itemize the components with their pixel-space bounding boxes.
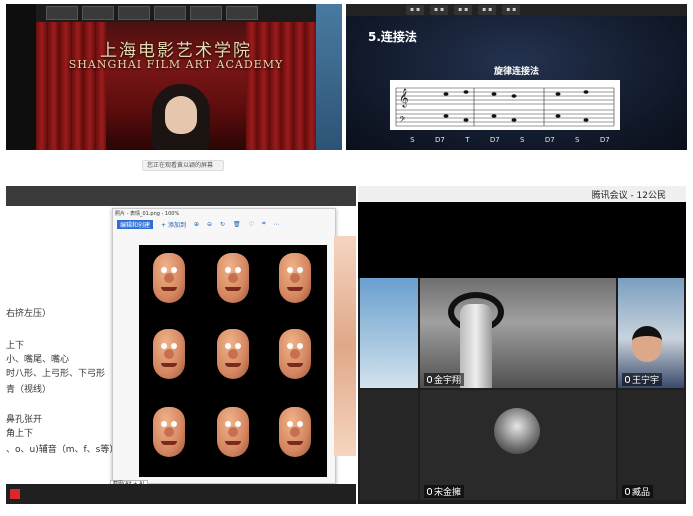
screen-share-notice: 您正在观看黄以颖的屏幕 <box>142 160 224 171</box>
tencent-meeting-gallery: 腾讯会议 - 12公民 金宇翔 王宁宇 宋金擁 臧品 <box>358 186 686 504</box>
degree-label: D7 <box>599 136 610 144</box>
participant-avatar <box>494 408 540 454</box>
favorite-icon[interactable]: ♡ <box>249 221 254 228</box>
character-reference-strip <box>334 236 356 456</box>
degree-label: T <box>465 136 470 144</box>
doc-text-line: 鼻孔张开 <box>6 415 43 425</box>
cartoon-head <box>211 327 255 389</box>
photo-viewer-window[interactable]: 照片 - 表情_01.png - 100% 编辑和创建 + 添加到 ⊕ ⊖ ↻ … <box>112 208 336 484</box>
cartoon-head <box>147 405 191 467</box>
participant-label: 臧品 <box>622 485 654 498</box>
video-tile[interactable]: 王宁宇 <box>618 278 684 388</box>
doc-text-line: 时八形、上弓形、下弓形 <box>6 369 106 379</box>
cartoon-head <box>273 251 317 313</box>
meeting-title: 腾讯会议 - 12公民 <box>591 191 666 201</box>
cartoon-head <box>147 251 191 313</box>
toolbar-item[interactable]: ▪ ▪ <box>430 5 449 15</box>
participant-thumbnail[interactable] <box>46 6 78 20</box>
degree-label: D7 <box>434 136 445 144</box>
expression-sheet-image <box>139 245 327 477</box>
video-tile[interactable] <box>360 278 418 388</box>
degree-label: S <box>520 136 525 144</box>
video-tile[interactable]: 臧品 <box>618 390 684 500</box>
degree-label: S <box>410 136 415 144</box>
virtual-background: 上海电影艺术学院 SHANGHAI FILM ART ACADEMY <box>36 22 316 150</box>
harmonic-degree-row: S D7 T D7 S D7 S D7 <box>390 136 620 144</box>
empty-video-area <box>358 202 686 278</box>
edit-button[interactable]: 编辑和创建 <box>117 219 154 229</box>
degree-label: S <box>575 136 580 144</box>
rotate-icon[interactable]: ↻ <box>220 221 225 228</box>
slide-subheading: 旋律连接法 <box>493 67 539 77</box>
participant-thumbnail[interactable] <box>118 6 150 20</box>
window-edge-left <box>6 4 36 150</box>
doc-text-line: 青（视线） <box>6 385 52 395</box>
mic-icon <box>625 376 630 383</box>
doc-text-line: 、o、u)辅音（m、f、s等） <box>6 445 119 455</box>
participant-label: 金宇翔 <box>424 373 465 386</box>
crop-icon[interactable]: ⌗ <box>262 220 265 228</box>
participant-name: 金宇翔 <box>434 376 462 386</box>
mic-icon <box>427 376 432 383</box>
toolbar-item[interactable]: ▪ ▪ <box>502 5 521 15</box>
video-tile[interactable]: 金宇翔 <box>420 278 616 388</box>
doc-text-line: 右挤左压） <box>6 309 52 319</box>
window-titlebar <box>6 186 356 206</box>
participant-thumbnail[interactable] <box>82 6 114 20</box>
doc-text-line: 角上下 <box>6 429 34 439</box>
add-to-button[interactable]: + 添加到 <box>161 220 186 229</box>
participant-name: 宋金擁 <box>434 488 462 498</box>
window-edge-right <box>316 4 342 150</box>
toolbar-item[interactable]: ▪ ▪ <box>478 5 497 15</box>
participant-label: 宋金擁 <box>424 485 465 498</box>
app-icon[interactable] <box>10 489 20 499</box>
zoom-in-icon[interactable]: ⊕ <box>194 221 199 228</box>
viewer-title: 照片 - 表情_01.png - 100% <box>115 211 180 217</box>
os-taskbar <box>6 484 356 504</box>
more-icon[interactable]: ⋯ <box>273 221 279 228</box>
svg-text:𝄞: 𝄞 <box>399 88 408 108</box>
toolbar-item[interactable]: ▪ ▪ <box>454 5 473 15</box>
delete-icon[interactable]: 🗑 <box>233 221 241 228</box>
degree-label: D7 <box>544 136 555 144</box>
microphone-object <box>460 304 492 388</box>
cartoon-head <box>147 327 191 389</box>
cartoon-head <box>273 327 317 389</box>
academy-title-english: SHANGHAI FILM ART ACADEMY <box>68 58 284 71</box>
degree-label: D7 <box>489 136 500 144</box>
doc-text-line: 上下 <box>6 341 25 351</box>
doc-text-line: 小、嘴尾、嘴心 <box>6 355 70 365</box>
zoom-out-icon[interactable]: ⊖ <box>207 221 212 228</box>
participant-thumbnail[interactable] <box>154 6 186 20</box>
participant-thumbnail[interactable] <box>226 6 258 20</box>
presenter-video <box>152 84 210 150</box>
music-staff: 𝄞 𝄢 <box>390 80 620 130</box>
cartoon-head <box>211 405 255 467</box>
participant-thumbnail-strip <box>6 4 342 22</box>
video-panel-presenter: 上海电影艺术学院 SHANGHAI FILM ART ACADEMY <box>6 4 342 150</box>
participant-name: 臧品 <box>632 488 651 498</box>
video-tile[interactable]: 宋金擁 <box>420 390 616 500</box>
toolbar-item[interactable]: ▪ ▪ <box>406 5 425 15</box>
svg-text:𝄢: 𝄢 <box>399 116 406 127</box>
screen-share-animation-lesson: 右挤左压） 上下 小、嘴尾、嘴心 时八形、上弓形、下弓形 青（视线） 鼻孔张开 … <box>6 186 356 504</box>
cartoon-head <box>273 405 317 467</box>
participant-thumbnail[interactable] <box>190 6 222 20</box>
video-tile[interactable] <box>360 390 418 500</box>
participant-label: 王宁宇 <box>622 373 663 386</box>
meeting-toolbar: ▪ ▪ ▪ ▪ ▪ ▪ ▪ ▪ ▪ ▪ <box>346 4 687 16</box>
participant-name: 王宁宇 <box>632 376 660 386</box>
slide-panel-music: ▪ ▪ ▪ ▪ ▪ ▪ ▪ ▪ ▪ ▪ 5.连接法 旋律连接法 𝄞 𝄢 S D7… <box>346 4 687 150</box>
viewer-toolbar: 编辑和创建 + 添加到 ⊕ ⊖ ↻ 🗑 ♡ ⌗ ⋯ <box>113 218 335 230</box>
slide-heading: 5.连接法 <box>368 30 417 44</box>
mic-icon <box>427 488 432 495</box>
cartoon-head <box>211 251 255 313</box>
mic-icon <box>625 488 630 495</box>
meeting-title-bar: 腾讯会议 - 12公民 <box>358 186 686 202</box>
